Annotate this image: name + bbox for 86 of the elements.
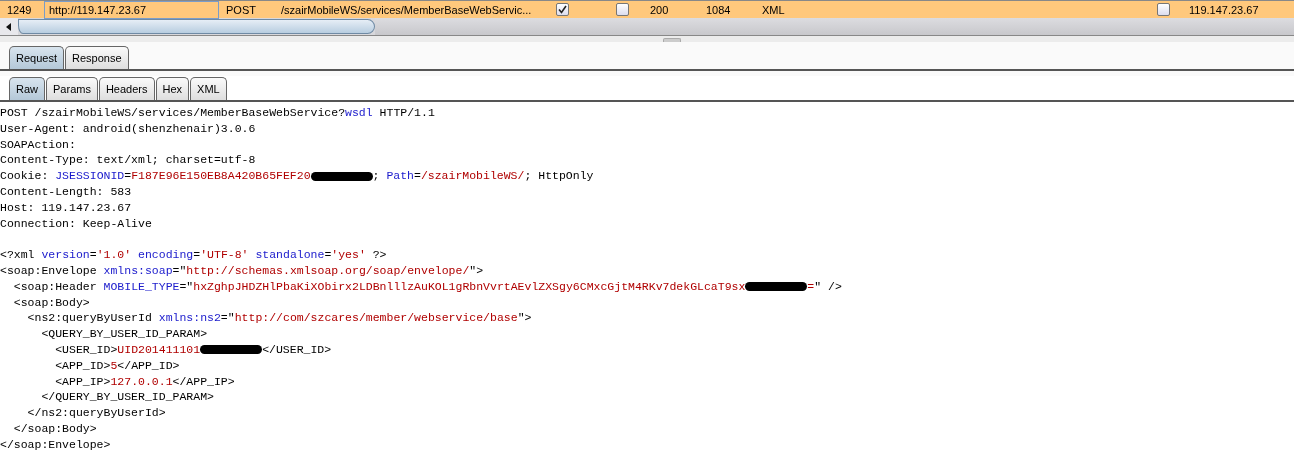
table-cell-text: 1249 xyxy=(7,2,32,18)
tab[interactable]: Response xyxy=(65,46,129,69)
code-text: http://schemas.xmlsoap.org/soap/envelope/ xyxy=(186,262,470,279)
code-line: </soap:Envelope> xyxy=(0,436,112,453)
code-text: = xyxy=(193,247,201,263)
code-text: <APP_ID> xyxy=(54,357,111,374)
tab[interactable]: Raw xyxy=(9,77,45,100)
code-text: <ns2:queryByUserId xyxy=(26,310,153,327)
code-text: ; HttpOnly xyxy=(524,168,594,184)
code-line: Content-Type: text/xml; charset=utf-8 xyxy=(0,152,257,169)
table-cell-text: XML xyxy=(762,2,785,18)
code-line: <QUERY_BY_USER_ID_PARAM> xyxy=(40,326,209,342)
code-text: UID201411101 xyxy=(117,341,201,358)
code-line: SOAPAction: xyxy=(0,136,77,153)
code-text: ; xyxy=(372,168,381,184)
code-text: =" xyxy=(172,262,187,279)
code-text: ?> xyxy=(371,247,387,263)
code-text: POST /szairMobileWS/services/MemberBaseWebService? xyxy=(0,105,346,121)
code-text: xmlns:soap xyxy=(103,262,173,279)
code-line: </QUERY_BY_USER_ID_PARAM> xyxy=(40,389,215,406)
code-text: 127.0.0.1 xyxy=(110,373,173,390)
code-text: = xyxy=(414,168,421,184)
code-line: </soap:Body> xyxy=(12,420,98,437)
code-line: Connection: Keep-Alive xyxy=(0,215,153,232)
code-text: http://com/szcares/member/webservice/base xyxy=(234,310,518,327)
table-cell-text: 1084 xyxy=(706,2,731,18)
code-text: 'yes' xyxy=(331,247,366,263)
table-cell-text: 200 xyxy=(650,2,669,18)
code-text: </APP_ID> xyxy=(117,357,180,374)
code-text: xmlns:ns2 xyxy=(158,310,221,327)
code-text: <?xml xyxy=(0,247,36,263)
tab[interactable]: Hex xyxy=(155,77,190,100)
code-text: </USER_ID> xyxy=(262,341,332,358)
table-cell-text: /szairMobileWS/services/MemberBaseWebServic... xyxy=(281,2,532,18)
code-text: "> xyxy=(517,310,532,327)
redaction-mark xyxy=(310,171,373,181)
table-cell-text: 119.147.23.67 xyxy=(1189,2,1259,18)
code-text: version xyxy=(41,247,90,263)
code-line: <soap:Body> xyxy=(12,294,91,311)
redaction-mark xyxy=(200,345,263,355)
tab[interactable]: XML xyxy=(190,77,227,100)
code-text: = xyxy=(124,168,132,184)
checkbox[interactable] xyxy=(1157,3,1170,16)
code-line: Content-Length: 583 xyxy=(0,184,133,200)
code-text: '1.0' xyxy=(96,247,132,263)
code-text: <APP_IP> xyxy=(54,373,111,390)
code-text: <USER_ID> xyxy=(54,341,118,358)
code-text: = xyxy=(89,247,97,263)
table-cell: http://119.147.23.67 xyxy=(44,0,219,19)
code-text: =" xyxy=(179,278,194,295)
tab[interactable]: Headers xyxy=(98,77,155,100)
code-text: HTTP/1.1 xyxy=(378,105,435,121)
code-text: " /> xyxy=(814,278,842,295)
code-text: wsdl xyxy=(345,105,373,121)
code-line: Host: 119.147.23.67 xyxy=(0,199,133,216)
left-arrow-icon xyxy=(5,22,13,31)
checkbox[interactable] xyxy=(616,3,629,16)
code-line: User-Agent: android(shenzhenair)3.0.6 xyxy=(0,120,257,137)
history-row[interactable]: 1249 http://119.147.23.67 POST /szairMobileWS/services/MemberBaseWebServic... 200 1084 XML 119.147.23.67 xyxy=(0,0,1294,18)
tab[interactable]: Request xyxy=(9,46,64,69)
code-text: JSESSIONID xyxy=(55,168,125,184)
code-text: = xyxy=(807,278,815,295)
code-text: </APP_IP> xyxy=(172,373,235,390)
code-text: hxZghpJHDZHlPbaKiXObirx2LDBnlllzAuKOL1gRbnVvrtAEvlZXSgy6CMxcGjtM4RKv7dekGLcaT9sx xyxy=(193,278,746,295)
splitter-handle[interactable] xyxy=(663,38,681,42)
code-text: MOBILE_TYPE xyxy=(103,278,180,295)
code-text: Cookie: xyxy=(0,168,50,184)
code-text: <soap:Envelope xyxy=(0,262,98,279)
code-line: </ns2:queryByUserId> xyxy=(26,405,167,421)
code-text: "> xyxy=(469,262,484,279)
code-text: Path xyxy=(386,168,414,184)
table-cell-text: POST xyxy=(226,2,256,18)
code-text: /szairMobileWS/ xyxy=(420,168,525,184)
code-text: = xyxy=(324,247,332,263)
redaction-mark xyxy=(745,282,808,292)
scroll-left-button[interactable] xyxy=(0,18,18,35)
code-text: F187E96E150EB8A420B65FEF20 xyxy=(131,168,311,184)
code-text: =" xyxy=(220,310,235,327)
checkbox[interactable] xyxy=(556,3,569,16)
code-text: <soap:Header xyxy=(12,278,98,295)
tab[interactable]: Params xyxy=(46,77,98,100)
code-text: standalone xyxy=(255,247,325,263)
code-text: encoding xyxy=(138,247,194,263)
code-text: 5 xyxy=(110,357,118,374)
code-text: 'UTF-8' xyxy=(200,247,249,263)
scrollbar-thumb[interactable] xyxy=(18,19,375,34)
